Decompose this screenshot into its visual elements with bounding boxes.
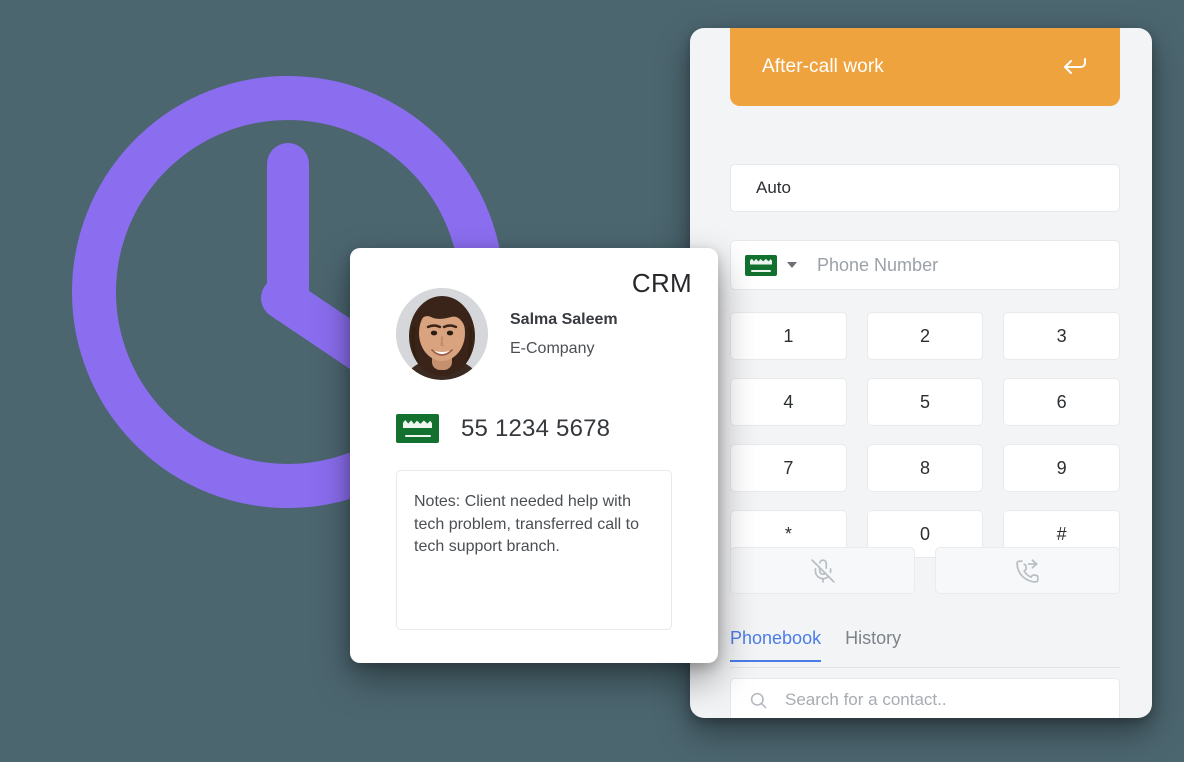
contact-tabs: Phonebook History <box>730 628 1120 668</box>
contact-company: E-Company <box>510 339 595 357</box>
microphone-muted-icon <box>810 558 835 583</box>
contact-name: Salma Saleem <box>510 310 618 328</box>
phone-transfer-icon <box>1015 558 1039 583</box>
transfer-call-button[interactable] <box>935 547 1120 594</box>
crm-contact-header: Salma Saleem E-Company <box>396 288 618 380</box>
contact-search-placeholder: Search for a contact.. <box>785 690 947 709</box>
return-arrow-icon[interactable] <box>1062 55 1090 79</box>
dialpad-key[interactable]: 8 <box>866 444 984 492</box>
mute-button[interactable] <box>730 547 915 594</box>
status-select-value: Auto <box>756 178 791 197</box>
phone-number-placeholder: Phone Number <box>817 254 939 275</box>
crm-card: CRM Salma Saleem E-Company 55 1234 5678 … <box>350 248 718 663</box>
contact-search-box[interactable]: Search for a contact.. <box>730 678 1120 718</box>
dialpad-key[interactable]: 1 <box>730 312 847 360</box>
contact-photo-icon <box>396 288 488 380</box>
crm-notes-box[interactable]: Notes: Client needed help with tech prob… <box>396 470 672 630</box>
dialpad-key[interactable]: 5 <box>866 378 984 426</box>
dialpad-key[interactable]: 9 <box>1003 444 1120 492</box>
dialpad: 1 2 3 4 5 6 7 8 9 * 0 # <box>730 312 1120 558</box>
search-icon <box>750 692 767 708</box>
saudi-arabia-flag-icon <box>396 414 439 443</box>
crm-contact-text: Salma Saleem E-Company <box>510 311 618 358</box>
chevron-down-icon[interactable] <box>787 262 797 268</box>
softphone-panel: After-call work Auto Phone Number 1 2 3 … <box>690 28 1152 718</box>
contact-phone-number: 55 1234 5678 <box>461 414 611 442</box>
avatar <box>396 288 488 380</box>
crm-phone-row: 55 1234 5678 <box>396 414 610 443</box>
saudi-arabia-flag-icon <box>745 254 777 276</box>
phone-number-input-row[interactable]: Phone Number <box>730 240 1120 290</box>
dialpad-key[interactable]: 3 <box>1003 312 1120 360</box>
status-banner-label: After-call work <box>762 56 884 77</box>
status-select[interactable]: Auto <box>730 164 1120 212</box>
dialpad-key[interactable]: 2 <box>866 312 984 360</box>
tab-history[interactable]: History <box>845 628 901 660</box>
dialpad-key[interactable]: 4 <box>730 378 847 426</box>
after-call-work-banner[interactable]: After-call work <box>730 28 1120 106</box>
crm-card-title: CRM <box>631 268 692 298</box>
crm-notes-text: Notes: Client needed help with tech prob… <box>414 493 639 556</box>
dialpad-key[interactable]: 7 <box>730 444 847 492</box>
call-actions <box>730 547 1120 594</box>
tab-phonebook[interactable]: Phonebook <box>730 628 822 662</box>
dialpad-key[interactable]: 6 <box>1003 378 1120 426</box>
